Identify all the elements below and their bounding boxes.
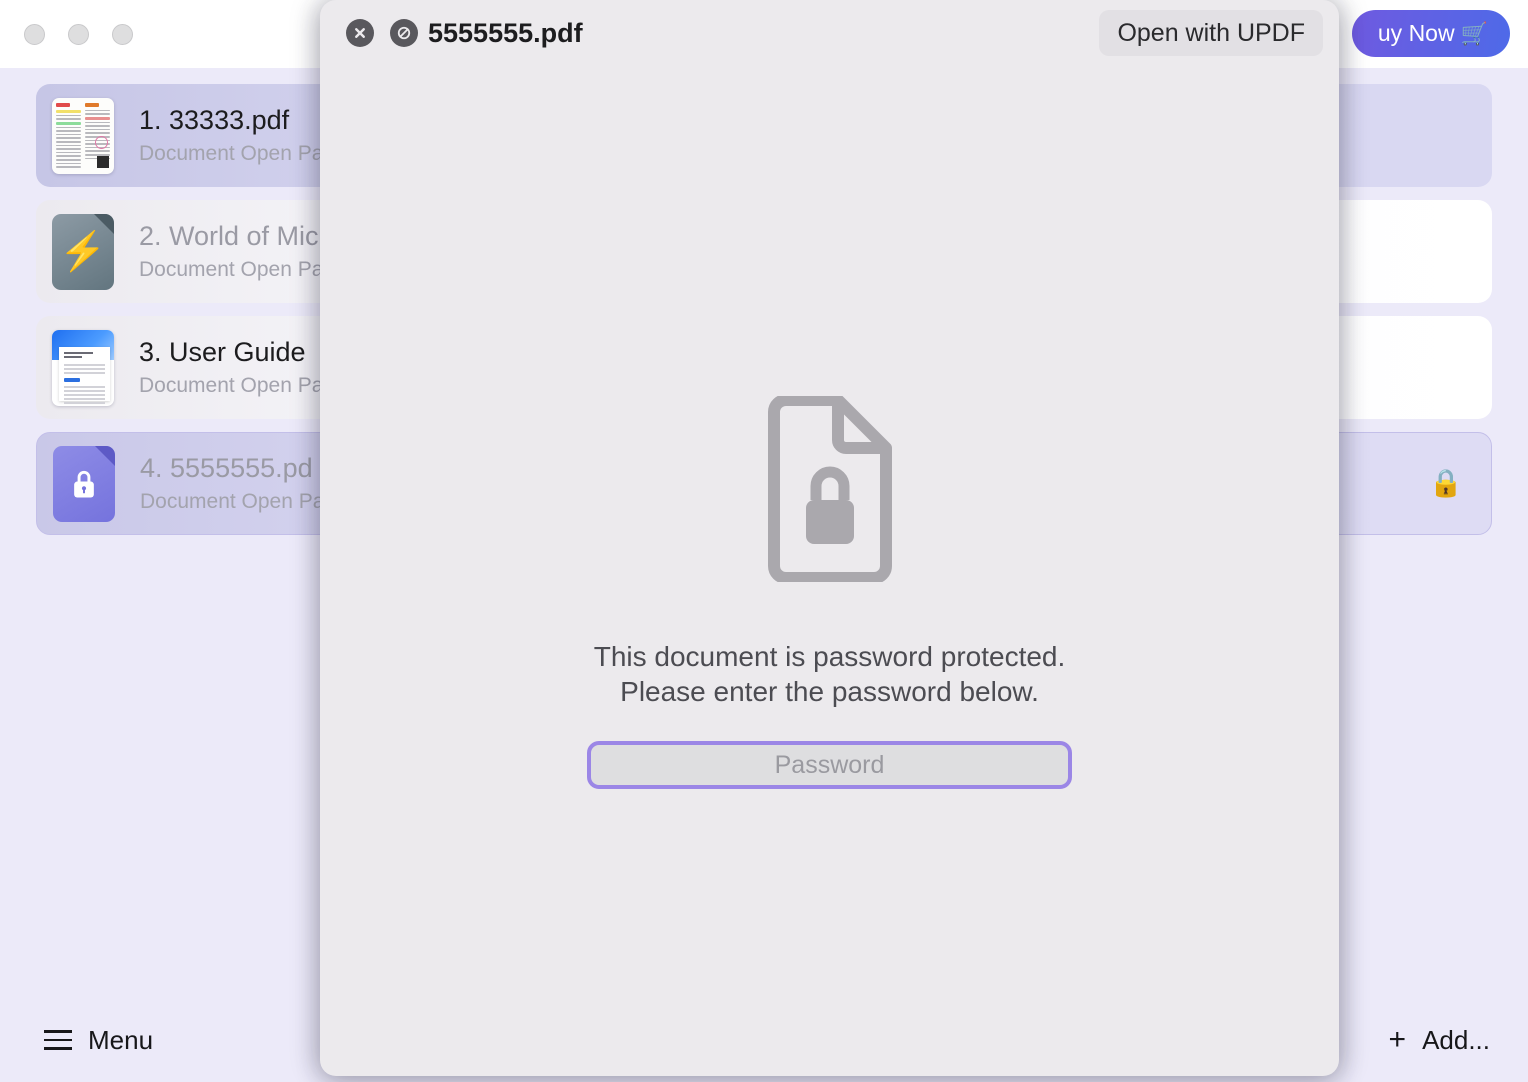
add-button-label: Add... — [1422, 1024, 1490, 1055]
traffic-lights — [24, 23, 133, 45]
minimize-window-button[interactable] — [68, 23, 89, 45]
password-modal-sheet: 5555555.pdf Open with UPDF This document… — [320, 0, 1339, 1076]
plus-icon: + — [1388, 1023, 1407, 1056]
lightning-bolt-glyph: ⚡ — [59, 230, 107, 273]
close-circle-icon[interactable] — [346, 19, 374, 47]
scanned-document-thumbnail — [52, 97, 114, 174]
locked-document-outline-icon — [767, 396, 892, 582]
buy-now-button[interactable]: uy Now 🛒 — [1351, 10, 1510, 57]
maximize-window-button[interactable] — [112, 23, 133, 45]
user-guide-cover-thumbnail — [52, 329, 114, 406]
add-button[interactable]: + Add... — [1389, 1025, 1490, 1056]
menu-button[interactable]: Menu — [44, 1025, 153, 1056]
shopping-cart-icon: 🛒 — [1460, 20, 1488, 46]
modal-message-line-2: Please enter the password below. — [620, 675, 1039, 707]
no-entry-circle-icon[interactable] — [390, 19, 418, 47]
modal-message-line-1: This document is password protected. — [593, 641, 1066, 672]
open-with-updf-button[interactable]: Open with UPDF — [1099, 10, 1323, 56]
password-input[interactable] — [587, 741, 1072, 790]
buy-now-label: uy Now — [1377, 20, 1455, 46]
close-window-button[interactable] — [24, 23, 45, 45]
locked-document-icon — [53, 445, 115, 522]
row-lock-badge: 🔒 — [1429, 468, 1463, 498]
lightning-document-icon: ⚡ — [52, 213, 114, 290]
modal-filename: 5555555.pdf — [428, 17, 583, 48]
modal-header: 5555555.pdf Open with UPDF — [320, 0, 1339, 66]
hamburger-icon — [44, 1030, 72, 1050]
modal-message: This document is password protected. Ple… — [594, 640, 1066, 709]
menu-button-label: Menu — [88, 1024, 154, 1055]
modal-body: This document is password protected. Ple… — [320, 66, 1339, 1076]
